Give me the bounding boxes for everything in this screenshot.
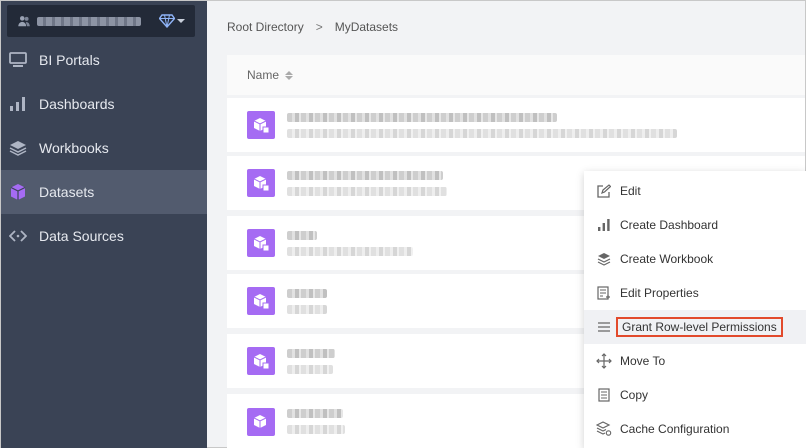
redacted-subtitle xyxy=(287,128,677,138)
dataset-icon xyxy=(247,347,275,375)
edit-icon xyxy=(596,183,612,199)
bar-chart-icon xyxy=(7,95,29,113)
cache-icon xyxy=(596,421,612,437)
workspace-name-redacted xyxy=(37,16,141,26)
redacted-subtitle xyxy=(287,246,413,256)
users-icon xyxy=(18,16,30,27)
sidebar: Workspace BI Portals Dashboards Workbook… xyxy=(1,1,207,448)
redacted-title xyxy=(287,348,335,358)
redacted-title xyxy=(287,409,343,418)
redacted-title xyxy=(287,112,557,122)
diamond-icon xyxy=(159,14,175,28)
redacted-title xyxy=(287,170,443,180)
sidebar-item-data-sources[interactable]: Data Sources xyxy=(1,214,207,258)
breadcrumb-separator: > xyxy=(315,20,323,34)
sidebar-item-label: Datasets xyxy=(39,184,95,200)
sidebar-nav: BI Portals Dashboards Workbooks Datasets… xyxy=(1,38,207,258)
bar-chart-icon xyxy=(596,217,612,233)
menu-item-label: Create Dashboard xyxy=(620,218,719,232)
dataset-icon xyxy=(247,407,275,436)
layers-icon xyxy=(596,251,612,267)
code-arrows-icon xyxy=(7,227,29,245)
caret-down-icon xyxy=(177,19,185,23)
menu-item-label: Edit Properties xyxy=(620,286,699,300)
redacted-subtitle xyxy=(287,425,345,434)
redacted-title xyxy=(287,230,317,240)
menu-item-edit[interactable]: Edit xyxy=(584,174,806,208)
menu-item-label: Edit xyxy=(620,184,641,198)
cube-icon xyxy=(7,183,29,201)
context-menu: Edit Create Dashboard Create Workbook Ed… xyxy=(584,171,806,448)
menu-item-label: Copy xyxy=(620,388,649,402)
dataset-icon xyxy=(247,287,275,315)
breadcrumb: Root Directory > MyDatasets xyxy=(227,20,398,34)
move-icon xyxy=(596,353,612,369)
row-text xyxy=(287,170,447,196)
sidebar-item-label: Workbooks xyxy=(39,140,109,156)
monitor-icon xyxy=(7,51,29,69)
redacted-title xyxy=(287,288,327,298)
row-text xyxy=(287,112,677,138)
list-icon xyxy=(596,319,612,335)
properties-icon xyxy=(596,285,612,301)
copy-icon xyxy=(596,387,612,403)
sidebar-item-label: Dashboards xyxy=(39,96,115,112)
menu-item-grant-row-level-permissions[interactable]: Grant Row-level Permissions xyxy=(584,310,806,344)
workspace-switcher[interactable]: Workspace xyxy=(7,5,195,37)
sidebar-item-workbooks[interactable]: Workbooks xyxy=(1,126,207,170)
dataset-icon xyxy=(247,111,275,139)
breadcrumb-current: MyDatasets xyxy=(334,20,399,34)
sidebar-item-dashboards[interactable]: Dashboards xyxy=(1,82,207,126)
table-header: Name xyxy=(227,55,805,95)
menu-item-label: Grant Row-level Permissions xyxy=(616,317,783,337)
row-text xyxy=(287,230,413,256)
sort-icon[interactable] xyxy=(285,70,294,80)
dataset-icon xyxy=(247,229,275,257)
menu-item-label: Create Workbook xyxy=(620,252,714,266)
sidebar-item-label: BI Portals xyxy=(39,52,100,68)
table-row[interactable] xyxy=(227,98,805,152)
row-text xyxy=(287,288,327,314)
menu-item-create-dashboard[interactable]: Create Dashboard xyxy=(584,208,806,242)
dataset-icon xyxy=(247,169,275,197)
menu-item-create-workbook[interactable]: Create Workbook xyxy=(584,242,806,276)
sidebar-item-bi-portals[interactable]: BI Portals xyxy=(1,38,207,82)
redacted-subtitle xyxy=(287,304,327,314)
redacted-subtitle xyxy=(287,364,333,374)
sidebar-item-datasets[interactable]: Datasets xyxy=(1,170,207,214)
row-text xyxy=(287,409,345,434)
layers-icon xyxy=(7,139,29,157)
sidebar-item-label: Data Sources xyxy=(39,228,124,244)
menu-item-edit-properties[interactable]: Edit Properties xyxy=(584,276,806,310)
menu-item-move-to[interactable]: Move To xyxy=(584,344,806,378)
row-text xyxy=(287,348,335,374)
menu-item-label: Move To xyxy=(620,354,666,368)
menu-item-copy[interactable]: Copy xyxy=(584,378,806,412)
breadcrumb-root[interactable]: Root Directory xyxy=(227,20,304,34)
menu-item-cache-configuration[interactable]: Cache Configuration xyxy=(584,412,806,446)
menu-item-label: Cache Configuration xyxy=(620,422,730,436)
column-header-name[interactable]: Name xyxy=(247,68,279,82)
redacted-subtitle xyxy=(287,186,447,196)
